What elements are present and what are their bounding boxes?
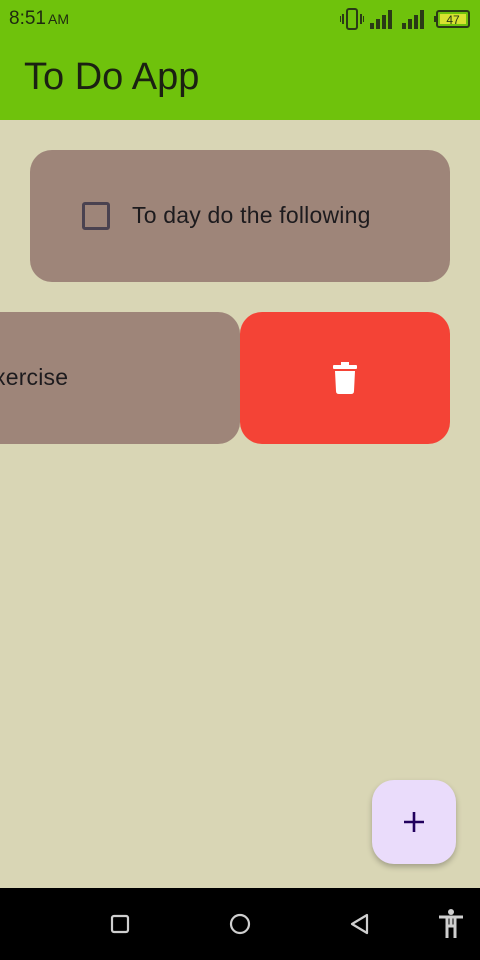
status-time: 8:51 AM <box>9 8 69 30</box>
battery-icon: 47 <box>434 10 470 28</box>
status-icons: 47 <box>340 7 470 31</box>
task-text: xercise <box>0 364 69 390</box>
task-card-swiped[interactable]: xercise <box>0 312 240 444</box>
task-text: To day do the following <box>132 202 371 228</box>
add-task-button[interactable] <box>372 780 456 864</box>
battery-level: 47 <box>446 13 460 27</box>
nav-bar <box>0 888 480 960</box>
vibrate-icon <box>340 8 364 30</box>
task-card[interactable]: To day do the following <box>30 150 450 282</box>
back-icon[interactable] <box>348 912 372 936</box>
time-ampm: AM <box>47 11 69 27</box>
status-bar: 8:51 AM 47 <box>0 0 480 40</box>
plus-icon <box>404 812 424 832</box>
recents-icon[interactable] <box>108 912 132 936</box>
task-list: To day do the following xercise <box>0 120 480 888</box>
trash-icon[interactable] <box>332 362 358 394</box>
task-checkbox[interactable] <box>82 202 110 230</box>
app-bar: To Do App <box>0 40 480 120</box>
time-text: 8:51 <box>9 8 46 29</box>
accessibility-icon[interactable] <box>438 909 464 939</box>
home-icon[interactable] <box>228 912 252 936</box>
signal-icon <box>370 10 392 29</box>
app-title: To Do App <box>24 56 200 98</box>
signal-icon <box>402 10 424 29</box>
delete-action[interactable] <box>240 312 450 444</box>
